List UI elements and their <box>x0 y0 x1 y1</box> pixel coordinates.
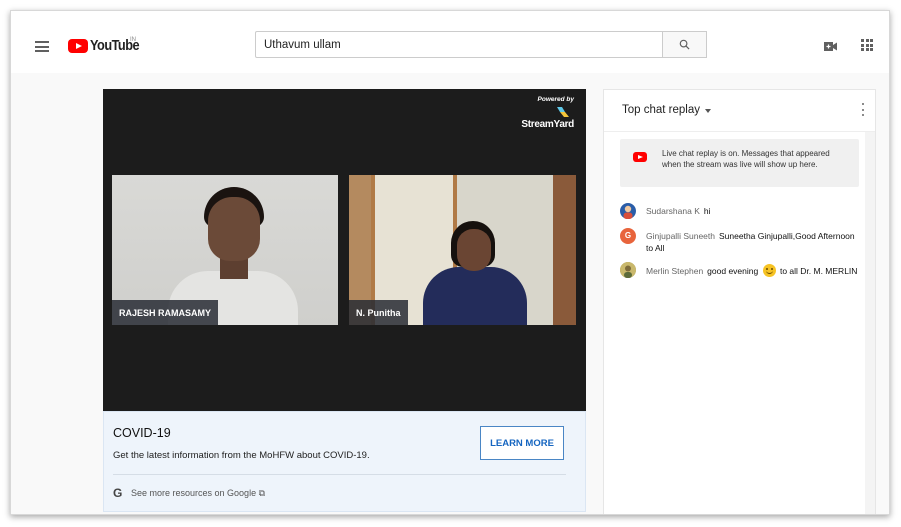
streamyard-text: StreamYard <box>521 119 574 130</box>
avatar-initial: G <box>624 231 632 240</box>
youtube-play-icon <box>633 152 647 162</box>
participant-face <box>208 197 260 261</box>
google-icon: G <box>113 486 123 500</box>
apps-icon[interactable] <box>861 39 873 51</box>
participant-tile: RAJESH RAMASAMY <box>112 175 338 325</box>
chevron-down-icon[interactable] <box>705 109 711 113</box>
chat-replay-notice: Live chat replay is on. Messages that ap… <box>620 139 859 187</box>
info-title: COVID-19 <box>113 426 171 440</box>
more-options-icon[interactable] <box>862 103 865 116</box>
search-input[interactable]: Uthavum ullam <box>255 31 663 58</box>
participant-name: N. Punitha <box>349 300 408 325</box>
avatar[interactable] <box>620 203 636 219</box>
browser-frame: YouTube IN Uthavum ullam Powered by Stre… <box>10 10 890 515</box>
more-resources-link[interactable]: See more resources on Google ⧉ <box>131 488 265 499</box>
chat-author[interactable]: Ginjupalli Suneeth <box>646 231 715 241</box>
info-panel: COVID-19 Get the latest information from… <box>103 411 586 512</box>
chat-text: hi <box>703 206 711 216</box>
learn-more-button[interactable]: LEARN MORE <box>480 426 564 460</box>
search-value: Uthavum ullam <box>264 38 341 51</box>
user-avatar-icon <box>620 262 636 278</box>
participant-tile: N. Punitha <box>349 175 576 325</box>
streamyard-watermark: Powered by StreamYard <box>521 96 574 130</box>
powered-by-text: Powered by <box>537 96 574 103</box>
logo-region: IN <box>130 37 136 43</box>
chat-message: Sudarshana Khi <box>620 203 860 219</box>
create-video-icon[interactable] <box>824 41 837 52</box>
masthead: YouTube IN Uthavum ullam <box>11 11 889 73</box>
chat-text: to all Dr. M. MERLIN <box>779 266 858 276</box>
participant-name: RAJESH RAMASAMY <box>112 300 219 325</box>
chat-message: Merlin Stephen good evening to all Dr. M.… <box>620 262 860 278</box>
avatar[interactable] <box>620 262 636 278</box>
participant-face <box>457 229 491 271</box>
chat-scrollbar[interactable] <box>865 132 875 514</box>
search-icon <box>679 39 690 50</box>
user-avatar-icon <box>623 205 633 219</box>
chat-header: Top chat replay <box>604 90 875 132</box>
youtube-play-icon <box>68 38 88 53</box>
streamyard-logo-icon <box>557 107 569 117</box>
menu-icon[interactable] <box>35 41 49 52</box>
smiley-emoji-icon <box>762 264 776 277</box>
divider <box>113 474 566 475</box>
info-text: Get the latest information from the MoHF… <box>113 450 370 461</box>
search-button[interactable] <box>663 31 707 58</box>
video-player[interactable]: Powered by StreamYard RAJESH RAMASAMY N.… <box>103 89 586 411</box>
avatar[interactable]: G <box>620 228 636 244</box>
chat-panel: Top chat replay Live chat replay is on. … <box>603 89 876 514</box>
chat-mode-dropdown[interactable]: Top chat replay <box>622 104 700 116</box>
chat-author[interactable]: Merlin Stephen <box>646 266 703 276</box>
chat-author[interactable]: Sudarshana K <box>646 206 700 216</box>
notice-text: Live chat replay is on. Messages that ap… <box>662 149 830 169</box>
chat-text: good evening <box>707 266 759 276</box>
chat-message: G Ginjupalli Suneeth Suneetha Ginjupalli,… <box>620 228 860 254</box>
